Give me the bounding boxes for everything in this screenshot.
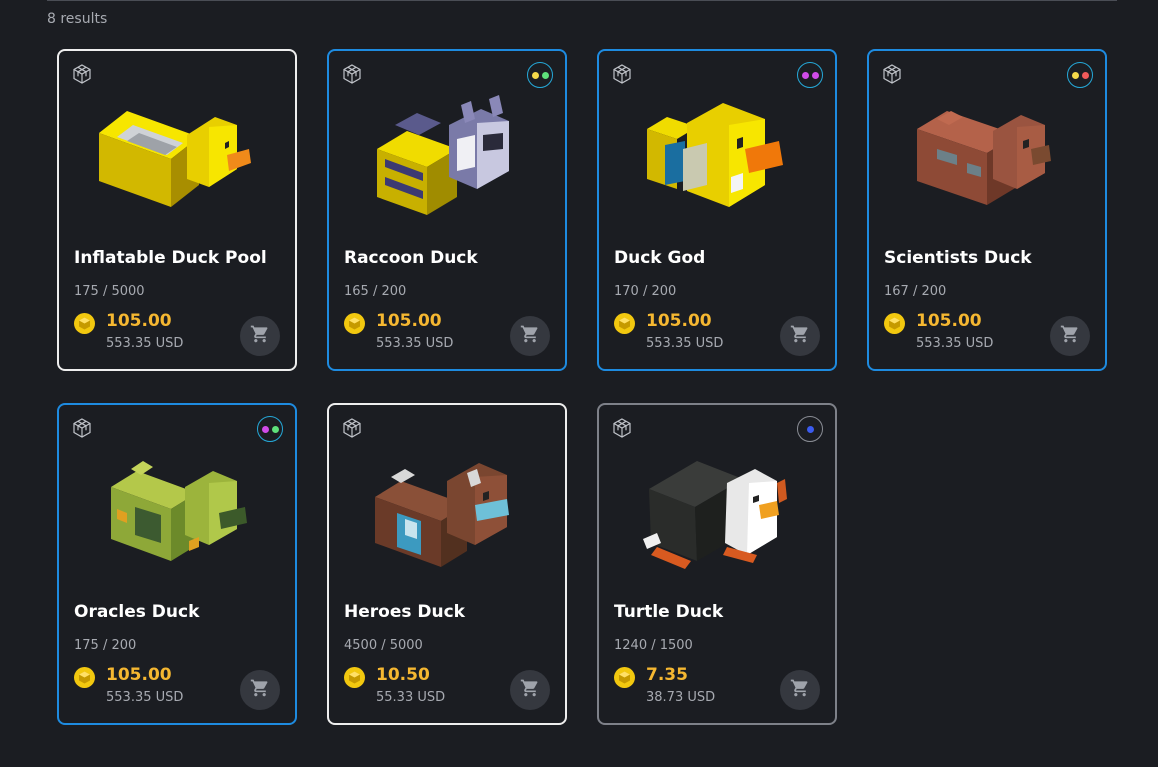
product-price: 7.35: [646, 665, 688, 685]
product-image: [869, 89, 1105, 239]
product-image: [599, 443, 835, 593]
product-supply: 1240 / 1500: [614, 638, 693, 653]
product-price: 105.00: [106, 311, 172, 331]
product-price-usd: 553.35 USD: [106, 690, 184, 705]
product-price: 105.00: [376, 311, 442, 331]
add-to-cart-button[interactable]: [1050, 316, 1090, 356]
product-supply: 175 / 5000: [74, 284, 145, 299]
product-image: [329, 89, 565, 239]
cart-icon: [520, 678, 540, 702]
product-price-usd: 38.73 USD: [646, 690, 716, 705]
product-card[interactable]: Turtle Duck 1240 / 1500 7.35 38.73 USD: [597, 403, 837, 725]
product-card[interactable]: Raccoon Duck 165 / 200 105.00 553.35 USD: [327, 49, 567, 371]
product-name: Turtle Duck: [614, 602, 724, 622]
product-price-usd: 553.35 USD: [376, 336, 454, 351]
product-card[interactable]: Inflatable Duck Pool 175 / 5000 105.00 5…: [57, 49, 297, 371]
cart-icon: [520, 324, 540, 348]
product-card[interactable]: Oracles Duck 175 / 200 105.00 553.35 USD: [57, 403, 297, 725]
cart-icon: [1060, 324, 1080, 348]
product-name: Raccoon Duck: [344, 248, 478, 268]
product-name: Scientists Duck: [884, 248, 1032, 268]
product-price: 105.00: [106, 665, 172, 685]
product-card[interactable]: Heroes Duck 4500 / 5000 10.50 55.33 USD: [327, 403, 567, 725]
rarity-badge: [797, 62, 823, 88]
product-card[interactable]: Duck God 170 / 200 105.00 553.35 USD: [597, 49, 837, 371]
product-supply: 4500 / 5000: [344, 638, 423, 653]
trait-dot: [541, 71, 549, 79]
header-divider: [47, 0, 1117, 1]
product-name: Inflatable Duck Pool: [74, 248, 267, 268]
product-supply: 175 / 200: [74, 638, 137, 653]
trait-dot: [1071, 71, 1079, 79]
product-price: 105.00: [916, 311, 982, 331]
rarity-badge: [797, 416, 823, 442]
product-image: [59, 443, 295, 593]
trait-dot: [261, 425, 269, 433]
product-image: [599, 89, 835, 239]
product-supply: 167 / 200: [884, 284, 947, 299]
cart-icon: [250, 678, 270, 702]
add-to-cart-button[interactable]: [780, 316, 820, 356]
product-image: [329, 443, 565, 593]
product-name: Heroes Duck: [344, 602, 465, 622]
product-price-usd: 553.35 USD: [916, 336, 994, 351]
product-supply: 165 / 200: [344, 284, 407, 299]
trait-dot: [806, 425, 814, 433]
product-price: 10.50: [376, 665, 430, 685]
cart-icon: [790, 324, 810, 348]
add-to-cart-button[interactable]: [240, 670, 280, 710]
add-to-cart-button[interactable]: [510, 316, 550, 356]
cart-icon: [250, 324, 270, 348]
product-price-usd: 55.33 USD: [376, 690, 446, 705]
product-price: 105.00: [646, 311, 712, 331]
product-name: Oracles Duck: [74, 602, 200, 622]
add-to-cart-button[interactable]: [240, 316, 280, 356]
trait-dot: [271, 425, 279, 433]
trait-dot: [801, 71, 809, 79]
add-to-cart-button[interactable]: [780, 670, 820, 710]
product-price-usd: 553.35 USD: [106, 336, 184, 351]
add-to-cart-button[interactable]: [510, 670, 550, 710]
product-supply: 170 / 200: [614, 284, 677, 299]
product-image: [59, 89, 295, 239]
rarity-badge: [527, 62, 553, 88]
trait-dot: [1081, 71, 1089, 79]
product-name: Duck God: [614, 248, 706, 268]
results-count: 8 results: [47, 11, 108, 27]
trait-dot: [531, 71, 539, 79]
product-card[interactable]: Scientists Duck 167 / 200 105.00 553.35 …: [867, 49, 1107, 371]
rarity-badge: [1067, 62, 1093, 88]
product-price-usd: 553.35 USD: [646, 336, 724, 351]
cart-icon: [790, 678, 810, 702]
trait-dot: [811, 71, 819, 79]
rarity-badge: [257, 416, 283, 442]
product-grid: Inflatable Duck Pool 175 / 5000 105.00 5…: [57, 49, 1107, 725]
